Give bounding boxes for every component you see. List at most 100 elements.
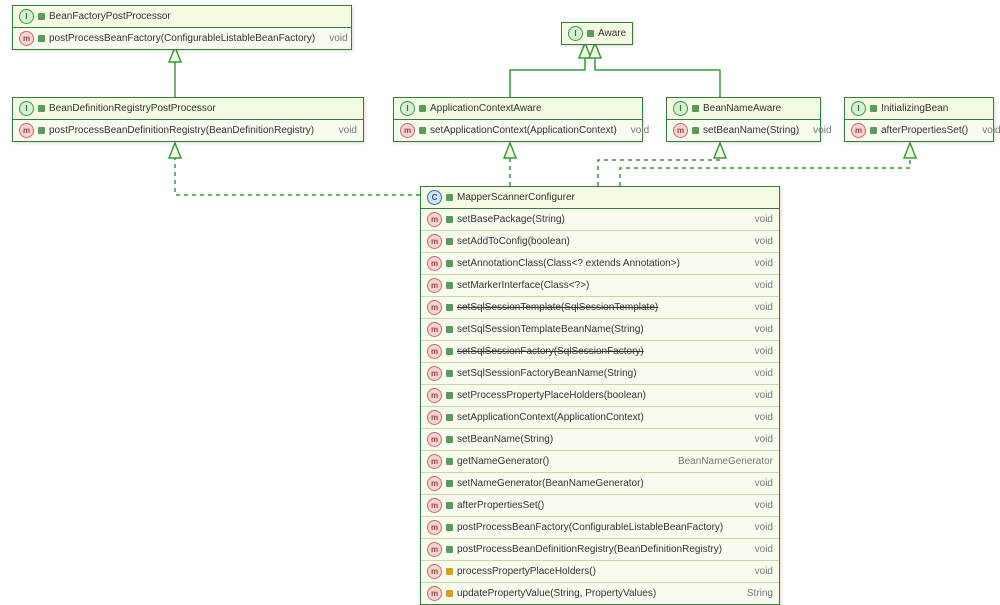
box-header: I BeanFactoryPostProcessor	[13, 6, 351, 28]
final-icon	[446, 590, 453, 597]
abstract-icon	[446, 326, 453, 333]
method-name: setSqlSessionTemplateBeanName(String)	[457, 324, 644, 335]
method-name: afterPropertiesSet()	[881, 125, 968, 136]
method-icon: m	[851, 123, 866, 138]
method-icon: m	[427, 586, 442, 601]
method-name: setMarkerInterface(Class<?>)	[457, 280, 589, 291]
method-icon: m	[427, 410, 442, 425]
method-name: postProcessBeanDefinitionRegistry(BeanDe…	[49, 125, 314, 136]
method-icon: m	[427, 344, 442, 359]
method-icon: m	[673, 123, 688, 138]
class-title: MapperScannerConfigurer	[457, 192, 575, 203]
abstract-icon	[446, 524, 453, 531]
return-type: void	[329, 125, 357, 136]
abstract-icon	[692, 127, 699, 134]
return-type: void	[745, 390, 773, 401]
box-header: I ApplicationContextAware	[394, 98, 642, 120]
method-row: m postProcessBeanDefinitionRegistry(BeanD…	[421, 539, 779, 561]
method-icon: m	[427, 476, 442, 491]
class-icon: C	[427, 190, 442, 205]
return-type: void	[803, 125, 831, 136]
method-name: setProcessPropertyPlaceHolders(boolean)	[457, 390, 646, 401]
box-initializingbean[interactable]: I InitializingBean m afterPropertiesSet(…	[844, 97, 994, 142]
method-icon: m	[427, 278, 442, 293]
box-appcontextaware[interactable]: I ApplicationContextAware m setApplicati…	[393, 97, 643, 142]
abstract-icon	[419, 127, 426, 134]
method-icon: m	[427, 322, 442, 337]
method-row: mafterPropertiesSet()void	[421, 495, 779, 517]
method-icon: m	[427, 564, 442, 579]
method-row: m setAnnotationClass(Class<? extends Anno…	[421, 253, 779, 275]
method-row: m setBeanName(String) void	[667, 120, 820, 141]
method-row: m postProcessBeanFactory(ConfigurableLis…	[13, 28, 351, 49]
method-name: setApplicationContext(ApplicationContext…	[457, 412, 644, 423]
abstract-icon	[446, 348, 453, 355]
return-type: String	[737, 588, 773, 599]
box-header: I BeanNameAware	[667, 98, 820, 120]
method-row: m updatePropertyValue(String, PropertyVal…	[421, 583, 779, 604]
abstract-icon	[446, 260, 453, 267]
method-icon: m	[19, 123, 34, 138]
abstract-icon	[870, 127, 877, 134]
method-name: setSqlSessionFactory(SqlSessionFactory)	[457, 346, 644, 357]
class-title: ApplicationContextAware	[430, 103, 542, 114]
return-type: void	[745, 346, 773, 357]
method-name: setSqlSessionTemplate(SqlSessionTemplate…	[457, 302, 658, 313]
method-row: mpostProcessBeanFactory(ConfigurableList…	[421, 517, 779, 539]
method-icon: m	[427, 300, 442, 315]
final-icon	[446, 568, 453, 575]
return-type: void	[745, 280, 773, 291]
interface-icon: I	[673, 101, 688, 116]
return-type: void	[745, 324, 773, 335]
method-name: postProcessBeanFactory(ConfigurableLista…	[457, 522, 723, 533]
box-aware[interactable]: I Aware	[561, 22, 633, 45]
abstract-icon	[587, 30, 594, 37]
class-title: BeanNameAware	[703, 103, 781, 114]
method-name: postProcessBeanDefinitionRegistry(BeanDe…	[457, 544, 722, 555]
method-name: setAnnotationClass(Class<? extends Annot…	[457, 258, 680, 269]
method-name: updatePropertyValue(String, PropertyValu…	[457, 588, 656, 599]
abstract-icon	[446, 414, 453, 421]
abstract-icon	[692, 105, 699, 112]
box-mapperscannerconfigurer[interactable]: C MapperScannerConfigurer msetBasePackag…	[420, 186, 780, 605]
method-icon: m	[19, 31, 34, 46]
method-icon: m	[427, 542, 442, 557]
method-name: getNameGenerator()	[457, 456, 549, 467]
abstract-icon	[446, 304, 453, 311]
interface-icon: I	[851, 101, 866, 116]
abstract-icon	[446, 458, 453, 465]
box-beandefregistry[interactable]: I BeanDefinitionRegistryPostProcessor m …	[12, 97, 364, 142]
method-name: setAddToConfig(boolean)	[457, 236, 570, 247]
return-type: void	[745, 214, 773, 225]
return-type: void	[745, 236, 773, 247]
abstract-icon	[38, 35, 45, 42]
abstract-icon	[870, 105, 877, 112]
box-header: C MapperScannerConfigurer	[421, 187, 779, 209]
return-type: BeanNameGenerator	[668, 456, 773, 467]
method-row: m setSqlSessionFactory(SqlSessionFactory)…	[421, 341, 779, 363]
method-icon: m	[427, 454, 442, 469]
method-icon: m	[427, 234, 442, 249]
box-header: I BeanDefinitionRegistryPostProcessor	[13, 98, 363, 120]
abstract-icon	[38, 127, 45, 134]
method-name: processPropertyPlaceHolders()	[457, 566, 596, 577]
return-type: void	[745, 434, 773, 445]
box-beanfactorypostprocessor[interactable]: I BeanFactoryPostProcessor m postProcess…	[12, 5, 352, 50]
return-type: void	[745, 258, 773, 269]
class-title: BeanFactoryPostProcessor	[49, 11, 171, 22]
method-row: m setMarkerInterface(Class<?>) void	[421, 275, 779, 297]
method-row: msetProcessPropertyPlaceHolders(boolean)…	[421, 385, 779, 407]
abstract-icon	[446, 282, 453, 289]
return-type: void	[745, 566, 773, 577]
method-icon: m	[427, 256, 442, 271]
method-row: m afterPropertiesSet() void	[845, 120, 993, 141]
interface-icon: I	[19, 9, 34, 24]
method-name: afterPropertiesSet()	[457, 500, 544, 511]
return-type: void	[745, 368, 773, 379]
box-beannameaware[interactable]: I BeanNameAware m setBeanName(String) vo…	[666, 97, 821, 142]
abstract-icon	[446, 480, 453, 487]
abstract-icon	[446, 436, 453, 443]
class-title: Aware	[598, 28, 626, 39]
return-type: void	[745, 302, 773, 313]
abstract-icon	[446, 216, 453, 223]
